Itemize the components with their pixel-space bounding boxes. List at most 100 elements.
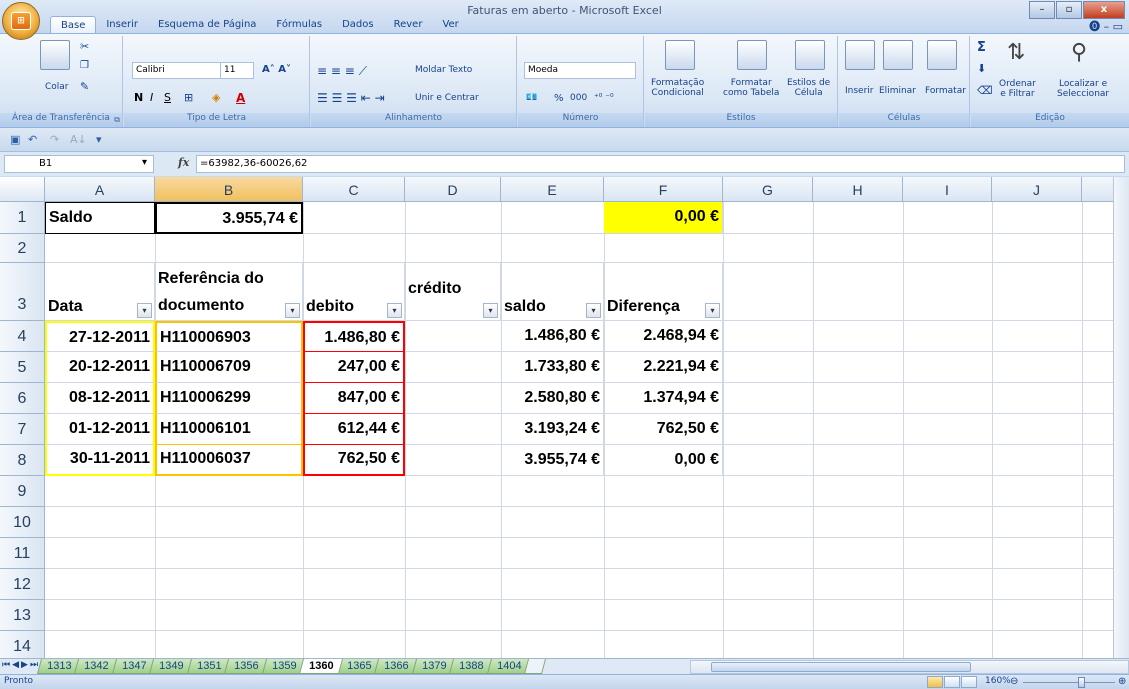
currency-icon[interactable]: 💶 (526, 93, 537, 103)
cell-styles-icon[interactable] (795, 40, 825, 70)
bold-button[interactable]: N (134, 91, 143, 104)
column-header-h[interactable]: H (813, 177, 903, 202)
zoom-level[interactable]: 160% (985, 676, 1011, 686)
filter-dropdown-icon[interactable]: ▾ (705, 303, 720, 318)
delete-button[interactable]: Eliminar (879, 86, 916, 96)
sheet-tab-1360[interactable]: 1360 (299, 659, 344, 674)
row-header-8[interactable]: 8 (0, 445, 45, 476)
number-format-combo[interactable]: Moeda (524, 62, 636, 79)
row-header-4[interactable]: 4 (0, 321, 45, 352)
column-header-a[interactable]: A (45, 177, 155, 202)
font-size-combo[interactable]: 11 (220, 62, 254, 79)
column-header-f[interactable]: F (604, 177, 723, 202)
cell-c6[interactable]: 847,00 € (303, 383, 405, 414)
delete-cells-icon[interactable] (883, 40, 913, 70)
italic-button[interactable]: I (150, 91, 153, 104)
cell-b1-selected[interactable]: 3.955,74 € (155, 202, 303, 234)
cell-f1[interactable]: 0,00 € (604, 202, 723, 234)
tab-base[interactable]: Base (50, 16, 97, 33)
cell-b6[interactable]: H110006299 (155, 383, 303, 414)
cell-e4[interactable]: 1.486,80 € (501, 321, 604, 352)
cell-e6[interactable]: 2.580,80 € (501, 383, 604, 414)
column-header-g[interactable]: G (723, 177, 813, 202)
align-left-icon[interactable]: ☰ ☰ ☰ ⇤ ⇥ (317, 91, 385, 105)
horizontal-scroll-thumb[interactable] (711, 662, 971, 672)
column-header-b[interactable]: B (155, 177, 303, 202)
tab-inserir[interactable]: Inserir (96, 16, 148, 33)
format-cells-icon[interactable] (927, 40, 957, 70)
thousands-button[interactable]: 000 (570, 93, 587, 103)
page-break-icon[interactable] (961, 676, 977, 688)
sort-filter-icon[interactable]: ⇅ (1007, 40, 1025, 65)
filter-dropdown-icon[interactable]: ▾ (285, 303, 300, 318)
name-box[interactable]: B1 ▾ (4, 155, 154, 173)
format-button[interactable]: Formatar (925, 86, 966, 96)
cell-a5[interactable]: 20-12-2011 (45, 352, 155, 383)
cell-b7[interactable]: H110006101 (155, 414, 303, 445)
grow-font-icon[interactable]: A˄ A˅ (262, 64, 291, 75)
cell-a1[interactable]: Saldo (45, 202, 155, 234)
cell-a7[interactable]: 01-12-2011 (45, 414, 155, 445)
filter-dropdown-icon[interactable]: ▾ (586, 303, 601, 318)
row-header-5[interactable]: 5 (0, 352, 45, 383)
row-header-13[interactable]: 13 (0, 600, 45, 631)
filter-dropdown-icon[interactable]: ▾ (483, 303, 498, 318)
filter-dropdown-icon[interactable]: ▾ (387, 303, 402, 318)
spreadsheet-grid[interactable]: A B C D E F G H I J 1 2 3 4 5 6 7 8 9 10… (0, 177, 1129, 658)
insert-cells-icon[interactable] (845, 40, 875, 70)
font-color-icon[interactable]: A (236, 91, 245, 105)
conditional-format-button[interactable]: Formatação Condicional (651, 78, 704, 98)
tab-ver[interactable]: Ver (432, 16, 468, 33)
column-header-e[interactable]: E (501, 177, 604, 202)
cell-b4[interactable]: H110006903 (155, 321, 303, 352)
percent-button[interactable]: % (554, 93, 564, 104)
formula-input[interactable]: =63982,36-60026,62 (196, 155, 1125, 173)
row-header-3[interactable]: 3 (0, 263, 45, 321)
header-referencia[interactable]: Referência do documento ▾ (155, 263, 303, 321)
column-header-c[interactable]: C (303, 177, 405, 202)
tab-rever[interactable]: Rever (384, 16, 433, 33)
row-header-11[interactable]: 11 (0, 538, 45, 569)
underline-button[interactable]: S (164, 91, 171, 104)
row-header-2[interactable]: 2 (0, 234, 45, 263)
cell-c5[interactable]: 247,00 € (303, 352, 405, 383)
zoom-out-icon[interactable]: ⊖ (1010, 676, 1018, 687)
row-header-7[interactable]: 7 (0, 414, 45, 445)
undo-icon[interactable]: ↶ (28, 133, 37, 146)
format-table-button[interactable]: Formatar como Tabela (723, 78, 779, 98)
row-header-9[interactable]: 9 (0, 476, 45, 507)
fill-color-icon[interactable]: ◈ (212, 91, 220, 104)
row-header-10[interactable]: 10 (0, 507, 45, 538)
paste-icon[interactable] (40, 40, 70, 70)
header-saldo[interactable]: saldo ▾ (501, 263, 604, 321)
redo-icon[interactable]: ↷ (50, 133, 59, 146)
header-credito[interactable]: crédito ▾ (405, 263, 501, 321)
wrap-text-button[interactable]: Moldar Texto (415, 65, 472, 75)
zoom-slider-handle[interactable] (1078, 677, 1085, 688)
cell-f8[interactable]: 0,00 € (604, 445, 723, 476)
tab-esquema[interactable]: Esquema de Página (148, 16, 266, 33)
tab-formulas[interactable]: Fórmulas (266, 16, 332, 33)
maximize-button[interactable]: ▫ (1056, 1, 1082, 19)
find-select-button[interactable]: Localizar e Seleccionar (1057, 79, 1109, 99)
find-select-icon[interactable]: ⚲ (1071, 40, 1087, 65)
cell-a8[interactable]: 30-11-2011 (45, 445, 155, 476)
filter-dropdown-icon[interactable]: ▾ (137, 303, 152, 318)
cell-b5[interactable]: H110006709 (155, 352, 303, 383)
cell-e8[interactable]: 3.955,74 € (501, 445, 604, 476)
cell-f4[interactable]: 2.468,94 € (604, 321, 723, 352)
row-header-6[interactable]: 6 (0, 383, 45, 414)
cell-f6[interactable]: 1.374,94 € (604, 383, 723, 414)
header-data[interactable]: Data ▾ (45, 263, 155, 321)
cell-e5[interactable]: 1.733,80 € (501, 352, 604, 383)
cell-c8[interactable]: 762,50 € (303, 445, 405, 476)
insert-button[interactable]: Inserir (845, 86, 874, 96)
office-button[interactable]: ⊞ (2, 2, 40, 40)
sort-filter-button[interactable]: Ordenar e Filtrar (999, 79, 1036, 99)
row-header-1[interactable]: 1 (0, 202, 45, 234)
zoom-slider[interactable] (1023, 682, 1115, 683)
insert-sheet-icon[interactable] (524, 659, 547, 674)
cell-b8[interactable]: H110006037 (155, 445, 303, 476)
cell-a4[interactable]: 27-12-2011 (45, 321, 155, 352)
row-header-14[interactable]: 14 (0, 631, 45, 658)
